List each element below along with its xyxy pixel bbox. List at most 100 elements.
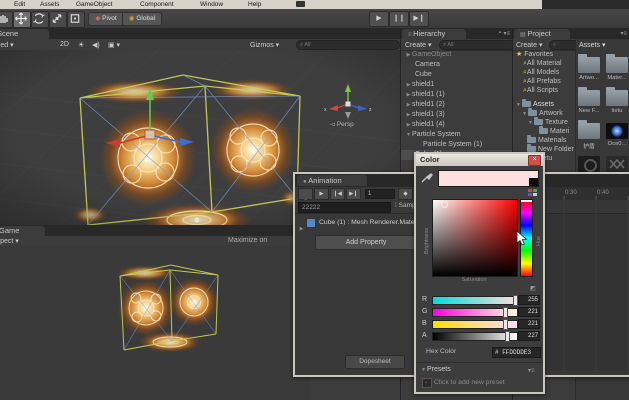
rect-tool-button[interactable] [67,11,85,28]
prev-key-button[interactable]: ❙◀ [330,188,345,200]
a-slider[interactable] [432,332,518,341]
aspect-dropdown[interactable]: Free Aspect ▾ [0,237,19,245]
texture-asset[interactable] [606,123,628,139]
hue-slider-thumb[interactable] [521,200,532,202]
b-value-field[interactable]: 221 [518,319,540,329]
hierarchy-item[interactable]: ▶shield1 [401,80,513,90]
menu-gameobject[interactable]: GameObject [76,1,113,8]
favorite-item[interactable]: ⌕All Material [513,59,575,68]
gizmos-dropdown[interactable]: Gizmos ▾ [250,41,279,49]
hierarchy-item[interactable]: Cube [401,70,513,80]
expander-icon[interactable]: ▶ [295,226,305,232]
maximize-on-play-toggle[interactable]: Maximize on [228,237,267,244]
assets-breadcrumb[interactable]: Assets ▾ [579,41,605,49]
clip-dropdown[interactable]: 22222 [298,202,391,213]
menu-help[interactable]: Help [248,1,261,8]
add-preset-hint[interactable]: Click to add new preset [434,379,505,386]
record-button[interactable]: ● [298,188,313,200]
global-toggle-button[interactable]: ◉ Global [122,12,162,26]
color-titlebar[interactable]: Color × [416,154,543,166]
asset-label[interactable]: Mater... [603,75,629,81]
frame-field[interactable]: 1 [365,189,395,199]
move-tool-button[interactable] [13,11,31,28]
sv-picker-ring[interactable] [441,201,448,208]
expander-icon[interactable]: ▶ [401,80,412,90]
step-button[interactable]: ▶❙ [409,11,429,27]
tab-hierarchy[interactable]: ≡ Hierarchy [402,29,466,39]
folder-asset[interactable] [606,57,628,73]
rgb-hsv-toggle-icon[interactable] [528,189,538,197]
tree-item-assets[interactable]: ▼Assets [513,100,575,109]
a-value-field[interactable]: 227 [518,331,540,341]
asset-label[interactable]: tietu [603,108,629,114]
hierarchy-search-input[interactable]: ⌕ All [439,40,515,50]
hierarchy-item[interactable]: ▶shield1 (4) [401,120,513,130]
hierarchy-item[interactable]: ▶shield1 (2) [401,100,513,110]
hierarchy-item[interactable]: Particle System (1) [401,140,513,150]
tab-game[interactable]: Game [0,226,45,236]
play-button[interactable]: ▶ [369,11,389,27]
tree-item[interactable]: Materi [513,127,575,136]
folder-asset[interactable] [578,123,600,139]
expander-icon[interactable]: ▶ [401,120,412,130]
panel-menu-icon[interactable]: ▾≡ [503,30,510,37]
shading-mode-dropdown[interactable]: Shaded ▾ [0,41,14,49]
menu-window[interactable]: Window [200,1,223,8]
expander-icon[interactable]: ▶ [401,100,412,110]
saturation-value-box[interactable] [432,199,518,277]
hierarchy-item[interactable]: Camera [401,60,513,70]
add-preset-swatch[interactable]: ▪ [422,378,432,388]
g-value-field[interactable]: 221 [518,307,540,317]
color-cycle-icon[interactable]: ◩ [530,285,536,292]
eyedropper-icon[interactable] [419,170,433,185]
tab-project[interactable]: ▤ Project [514,29,570,39]
asset-label[interactable]: Oce0... [603,141,629,147]
r-slider[interactable] [432,296,518,305]
add-property-button[interactable]: Add Property [315,235,417,250]
anim-play-button[interactable]: ▶ [314,188,329,200]
b-slider[interactable] [432,320,518,329]
color-swatch[interactable] [438,170,539,187]
scale-tool-button[interactable] [49,11,67,28]
asset-label[interactable]: 护盾 [575,141,603,150]
favorite-item[interactable]: ⌕All Models [513,68,575,77]
asset-thumbnail[interactable] [606,156,628,172]
next-key-button[interactable]: ▶❙ [346,188,361,200]
hierarchy-item[interactable]: ▶GameObject [401,50,513,60]
favorites-root[interactable]: ★ Favorites [513,50,575,59]
hierarchy-item[interactable]: ▶shield1 (3) [401,110,513,120]
r-value-field[interactable]: 255 [518,295,540,305]
menu-component[interactable]: Component [140,1,174,8]
scene-search-input[interactable]: ⌕ All [296,40,400,50]
hierarchy-item[interactable]: ▶shield1 (1) [401,90,513,100]
pivot-toggle-button[interactable]: ◆ Pivot [88,12,124,26]
g-slider[interactable] [432,308,518,317]
slider-thumb[interactable] [503,319,508,330]
lock-icon[interactable]: ▪ [499,30,501,36]
slider-thumb[interactable] [505,331,510,342]
panel-menu-icon[interactable]: ▾≡ [620,30,627,37]
expander-icon[interactable]: ▶ [401,50,412,60]
slider-thumb[interactable] [503,307,508,318]
hex-value-field[interactable]: # FFDDDDE3 [492,347,541,358]
tree-item[interactable]: ▼Artwork [513,109,575,118]
tree-item[interactable]: Materials [513,136,575,145]
hierarchy-item[interactable]: ▼Particle System [401,130,513,140]
project-create-button[interactable]: Create ▾ [516,41,542,49]
presets-menu-icon[interactable]: ▾≡ [528,367,535,374]
folder-asset[interactable] [606,90,628,106]
hierarchy-create-button[interactable]: Create ▾ [405,41,431,49]
lighting-toggle-icon[interactable]: ☀ [78,41,84,49]
asset-label[interactable]: Artwo... [575,75,603,81]
expander-icon[interactable]: ▶ [401,90,412,100]
add-keyframe-button[interactable]: ◆ [398,188,413,200]
expander-icon[interactable]: ▶ [401,110,412,120]
tab-scene[interactable]: Scene [0,29,49,39]
2d-toggle[interactable]: 2D [60,41,69,48]
pause-button[interactable]: ❙❙ [389,11,409,27]
tree-item[interactable]: ▼Texture [513,118,575,127]
asset-label[interactable]: New F... [575,108,603,114]
asset-thumbnail[interactable] [578,156,600,172]
effects-dropdown-icon[interactable]: ▣ ▾ [108,41,120,49]
menu-assets[interactable]: Assets [40,1,60,8]
